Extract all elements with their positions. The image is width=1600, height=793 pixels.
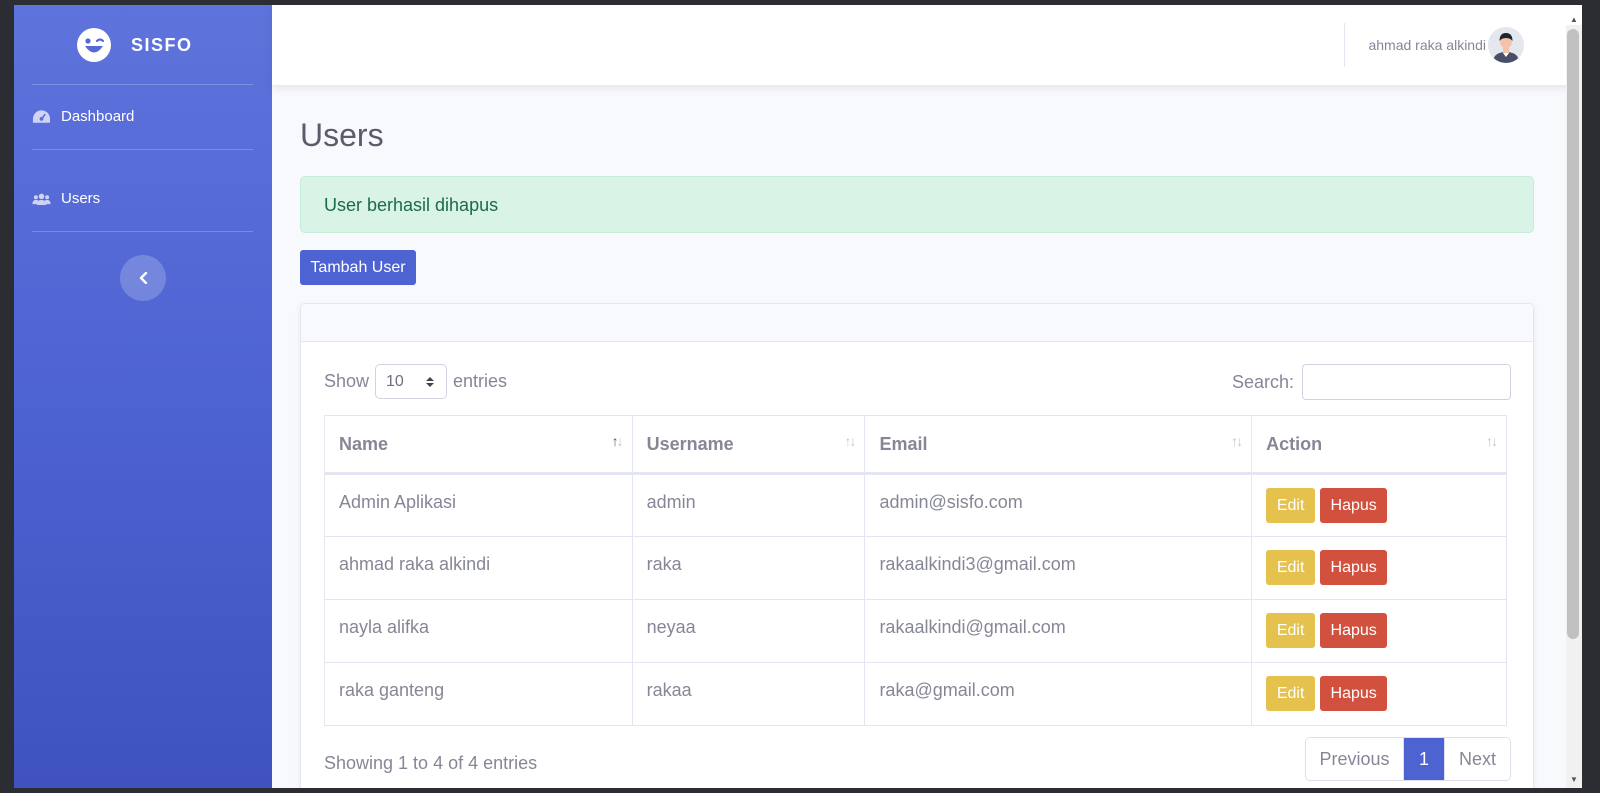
cell-email: rakaalkindi3@gmail.com [864, 536, 1253, 600]
column-header-name[interactable]: Name ↑↓ [324, 415, 633, 475]
cell-email: raka@gmail.com [864, 662, 1253, 726]
scroll-down-icon[interactable]: ▼ [1567, 775, 1581, 787]
column-header-email[interactable]: Email ↑↓ [864, 415, 1253, 475]
topbar-divider [1344, 23, 1345, 67]
entries-select[interactable]: 10 [375, 364, 448, 399]
brand-name: SISFO [131, 34, 193, 55]
delete-button[interactable]: Hapus [1320, 613, 1388, 648]
cell-action: Edit Hapus [1251, 536, 1507, 600]
sort-icon: ↑↓ [844, 433, 856, 449]
sidebar-divider [32, 231, 253, 232]
edit-button[interactable]: Edit [1266, 676, 1316, 711]
chevron-left-icon [139, 272, 147, 284]
entries-length-control: Show 10 entries [324, 364, 507, 399]
column-header-action[interactable]: Action ↑↓ [1251, 415, 1507, 475]
sidebar-item-users[interactable]: Users [32, 190, 100, 207]
cell-action: Edit Hapus [1251, 599, 1507, 663]
sort-icon: ↑↓ [1486, 433, 1498, 449]
cell-username: rakaa [631, 662, 866, 726]
edit-button[interactable]: Edit [1266, 613, 1316, 648]
search-label: Search: [1231, 371, 1294, 392]
success-alert: User berhasil dihapus [300, 176, 1534, 233]
search-input[interactable] [1302, 364, 1511, 400]
sidebar-item-label: Dashboard [61, 108, 135, 125]
cell-action: Edit Hapus [1251, 662, 1507, 726]
table-row: ahmad raka alkindi raka rakaalkindi3@gma… [324, 536, 1507, 600]
cell-action: Edit Hapus [1251, 473, 1507, 537]
column-header-username[interactable]: Username ↑↓ [631, 415, 866, 475]
scrollbar-thumb[interactable] [1567, 29, 1579, 639]
sidebar-toggle-button[interactable] [120, 255, 166, 301]
sidebar: SISFO Dashboard Users [14, 5, 272, 788]
edit-button[interactable]: Edit [1266, 550, 1316, 585]
entries-label: entries [453, 371, 508, 391]
table-row: Admin Aplikasi admin admin@sisfo.com Edi… [324, 473, 1507, 537]
alert-message: User berhasil dihapus [324, 195, 499, 215]
topbar: ahmad raka alkindi [272, 5, 1582, 85]
users-icon [32, 193, 51, 205]
edit-button[interactable]: Edit [1266, 488, 1316, 523]
brand[interactable]: SISFO [76, 27, 193, 63]
sidebar-divider [32, 84, 253, 85]
table-row: raka ganteng rakaa raka@gmail.com Edit H… [324, 662, 1507, 726]
column-label: Name [339, 433, 389, 454]
pagination-next[interactable]: Next [1444, 738, 1510, 780]
sort-icon: ↑↓ [1231, 433, 1243, 449]
user-avatar[interactable] [1488, 27, 1524, 63]
cell-name: Admin Aplikasi [324, 473, 633, 537]
sidebar-divider [32, 149, 253, 150]
sort-ascending-icon: ↑↓ [611, 433, 624, 449]
entries-value: 10 [386, 372, 404, 390]
scroll-up-icon[interactable]: ▲ [1567, 15, 1581, 27]
table-row: nayla alifka neyaa rakaalkindi@gmail.com… [324, 599, 1507, 663]
cell-username: admin [631, 473, 866, 537]
tachometer-icon [32, 109, 51, 123]
avatar-icon [1488, 27, 1524, 63]
users-card: Show 10 entries Search: Name ↑↓ Username… [300, 303, 1534, 788]
cell-username: raka [631, 536, 866, 600]
pagination-previous[interactable]: Previous [1306, 738, 1404, 780]
delete-button[interactable]: Hapus [1320, 488, 1388, 523]
sidebar-item-dashboard[interactable]: Dashboard [32, 108, 134, 125]
pagination: Previous 1 Next [1305, 737, 1511, 781]
table-info: Showing 1 to 4 of 4 entries [324, 753, 538, 773]
cell-username: neyaa [631, 599, 866, 663]
pagination-page-1[interactable]: 1 [1404, 738, 1444, 780]
table-header-row: Name ↑↓ Username ↑↓ Email ↑↓ Action ↑↓ [324, 415, 1507, 475]
cell-name: nayla alifka [324, 599, 633, 663]
delete-button[interactable]: Hapus [1320, 676, 1388, 711]
users-table: Name ↑↓ Username ↑↓ Email ↑↓ Action ↑↓ A… [324, 415, 1507, 726]
cell-name: raka ganteng [324, 662, 633, 726]
delete-button[interactable]: Hapus [1320, 550, 1388, 585]
show-label: Show [324, 371, 370, 391]
cell-email: rakaalkindi@gmail.com [864, 599, 1253, 663]
user-name[interactable]: ahmad raka alkindi [1368, 37, 1486, 53]
select-arrows-icon [426, 376, 435, 387]
app-window: SISFO Dashboard Users ahmad raka alkindi… [14, 5, 1582, 788]
column-label: Action [1266, 433, 1323, 454]
cell-email: admin@sisfo.com [864, 473, 1253, 537]
card-header [301, 304, 1533, 342]
sidebar-item-label: Users [61, 190, 101, 207]
laugh-wink-icon [77, 28, 111, 62]
column-label: Email [879, 433, 928, 454]
add-user-button[interactable]: Tambah User [300, 250, 416, 285]
column-label: Username [646, 433, 734, 454]
page-title: Users [300, 117, 384, 153]
table-search: Search: [1232, 364, 1511, 400]
cell-name: ahmad raka alkindi [324, 536, 633, 600]
